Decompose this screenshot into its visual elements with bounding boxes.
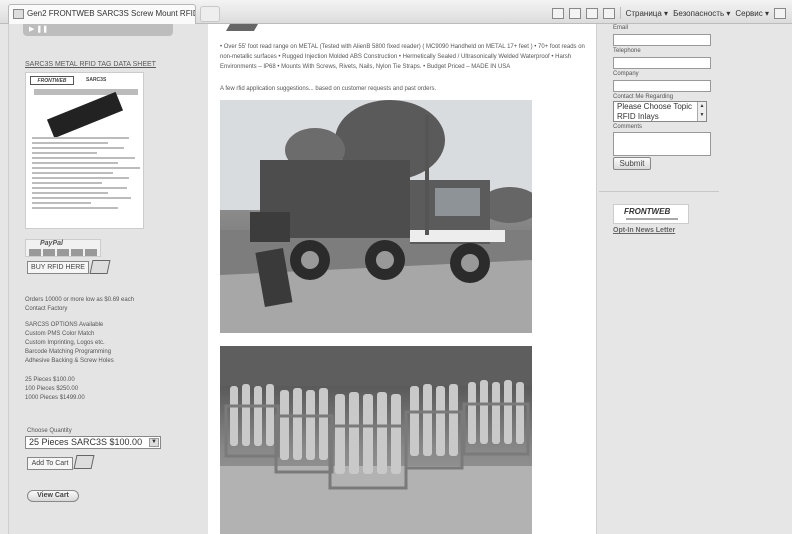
paypal-badge: PayPal — [25, 239, 101, 257]
help-icon[interactable] — [774, 7, 786, 19]
topic-option[interactable]: RFID Inlays — [617, 112, 706, 122]
safety-menu[interactable]: Безопасность ▾ — [673, 9, 730, 18]
quantity-select[interactable]: 25 Pieces SARC3S $100.00 ▼ — [25, 436, 161, 449]
datasheet-thumbnail[interactable]: FRONTWEB SARC3S — [25, 72, 144, 229]
company-field[interactable] — [613, 80, 711, 92]
quantity-label: Choose Quantity — [27, 428, 72, 434]
email-label: Email — [613, 25, 629, 31]
page-menu[interactable]: Страница ▾ — [626, 9, 669, 18]
frontweb-logo[interactable]: FRONTWEB — [613, 204, 689, 224]
opt-in-newsletter-link[interactable]: Opt-In News Letter — [613, 227, 675, 234]
telephone-label: Telephone — [613, 48, 641, 54]
contact-regarding-label: Contact Me Regarding — [613, 94, 674, 100]
logo-underline — [626, 218, 678, 220]
topic-listbox[interactable]: Please Choose Topic RFID Inlays ▲ ▼ — [613, 101, 707, 122]
gas-cylinders-photo — [220, 346, 532, 534]
product-image-fragment — [225, 24, 259, 31]
price-line: 100 Pieces $250.00 — [25, 386, 79, 392]
garbage-truck-photo — [220, 100, 532, 333]
browser-window: Gen2 FRONTWEB SARC3S Screw Mount RFID Ta… — [0, 0, 792, 534]
price-line: 25 Pieces $100.00 — [25, 377, 75, 383]
left-sidebar: ▶ ❚❚ SARC3S METAL RFID TAG DATA SHEET FR… — [8, 24, 208, 534]
company-label: Company — [613, 71, 639, 77]
add-to-cart-button[interactable]: Add To Cart — [27, 457, 73, 470]
separator — [619, 7, 621, 19]
play-icon[interactable]: ▶ ❚❚ — [29, 25, 48, 33]
option-line: Custom Imprinting, Logos etc. — [25, 340, 105, 346]
frontweb-logo-text: FRONTWEB — [624, 207, 671, 216]
comments-label: Comments — [613, 124, 643, 130]
contact-form-column: Email Telephone Company Contact Me Regar… — [596, 24, 792, 534]
datasheet-link[interactable]: SARC3S METAL RFID TAG DATA SHEET — [25, 61, 156, 68]
divider — [599, 191, 719, 192]
datasheet-text-lines — [32, 137, 140, 212]
datasheet-logo: FRONTWEB — [30, 76, 74, 85]
chevron-down-icon[interactable]: ▼ — [149, 438, 159, 447]
shopping-cart-icon — [73, 455, 95, 469]
suggestions-text: A few rfid application suggestions... ba… — [220, 86, 437, 92]
quantity-selected-value: 25 Pieces SARC3S $100.00 — [29, 437, 143, 447]
garbage-truck-illustration — [220, 100, 532, 333]
gas-cylinders-illustration — [220, 346, 532, 534]
credit-cards-icon — [29, 249, 97, 256]
datasheet-product: SARC3S — [86, 77, 107, 83]
option-line: Barcode Matching Programming — [25, 349, 112, 355]
new-tab-button[interactable] — [200, 6, 220, 22]
paypal-label: PayPal — [40, 240, 63, 247]
topic-option[interactable]: Please Choose Topic — [617, 102, 706, 112]
media-player-widget[interactable]: ▶ ❚❚ — [23, 24, 173, 36]
option-line: Adhesive Backing & Screw Holes — [25, 358, 114, 364]
page-favicon-icon — [13, 9, 24, 19]
browser-tab[interactable]: Gen2 FRONTWEB SARC3S Screw Mount RFID Ta… — [8, 4, 196, 24]
browser-tab-bar: Gen2 FRONTWEB SARC3S Screw Mount RFID Ta… — [0, 0, 792, 24]
tools-menu[interactable]: Сервис ▾ — [735, 9, 769, 18]
price-line: 1000 Pieces $1499.00 — [25, 395, 85, 401]
view-cart-button[interactable]: View Cart — [27, 490, 79, 502]
buy-rfid-here-button[interactable]: BUY RFID HERE — [27, 261, 89, 274]
option-line: Custom PMS Color Match — [25, 331, 95, 337]
rfid-tag-image — [46, 91, 124, 139]
listbox-scrollbar[interactable]: ▲ ▼ — [697, 102, 706, 121]
email-field[interactable] — [613, 34, 711, 46]
home-icon[interactable] — [551, 7, 564, 19]
comments-field[interactable] — [613, 132, 711, 156]
command-bar: Страница ▾ Безопасность ▾ Сервис ▾ — [551, 5, 786, 21]
shopping-cart-icon — [89, 260, 111, 274]
print-icon[interactable] — [602, 7, 615, 19]
telephone-field[interactable] — [613, 57, 711, 69]
orders-note-line-2: Contact Factory — [25, 306, 68, 312]
tab-title: Gen2 FRONTWEB SARC3S Screw Mount RFID Ta… — [27, 9, 195, 18]
main-content: • Over 55' foot read range on METAL (Tes… — [208, 24, 596, 534]
features-text: • Over 55' foot read range on METAL (Tes… — [220, 44, 585, 70]
feeds-icon[interactable] — [568, 7, 581, 19]
mail-icon[interactable] — [585, 7, 598, 19]
datasheet-band — [34, 89, 138, 95]
orders-note-line-1: Orders 10000 or more low as $0.69 each — [25, 297, 135, 303]
option-line: SARC3S OPTIONS Available — [25, 322, 104, 328]
submit-button[interactable]: Submit — [613, 157, 651, 170]
